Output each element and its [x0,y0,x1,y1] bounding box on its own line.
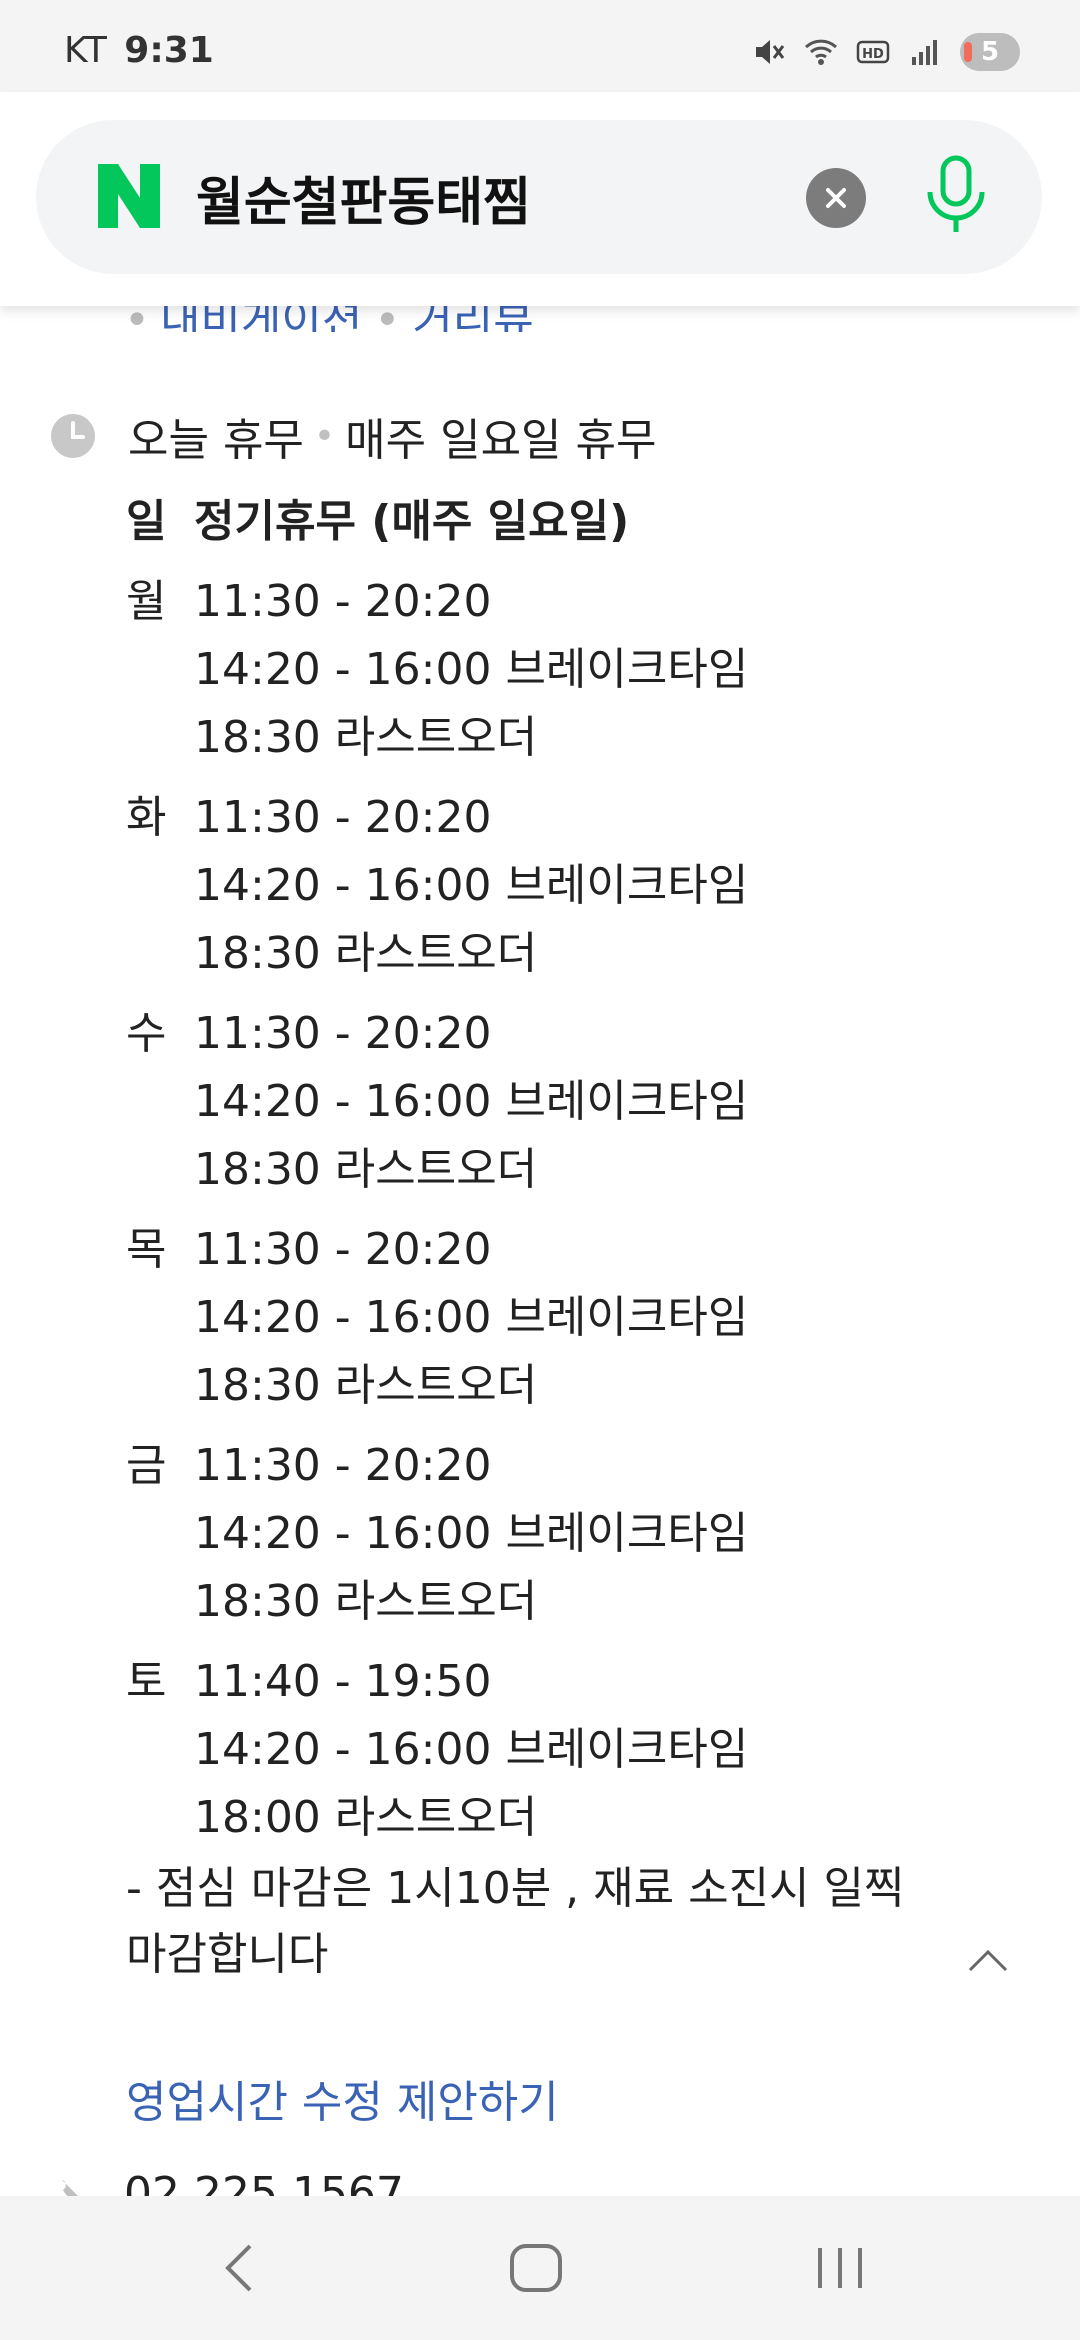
weekly-closed-note: 매주 일요일 휴무 [345,415,657,466]
naver-logo-icon[interactable] [94,162,164,230]
last-order: 18:30 라스트오더 [194,928,538,979]
status-icons: HD 5 [752,28,1020,76]
open-hours: 11:40 - 19:50 [194,1656,492,1707]
day-label: 목 [126,1224,167,1275]
system-nav-bar [0,2196,1080,2340]
open-hours: 11:30 - 20:20 [194,1008,492,1059]
search-bar[interactable]: 월순철판동태찜 [36,120,1042,274]
home-icon[interactable] [506,2238,566,2298]
svg-text:HD: HD [862,47,884,62]
wifi-icon [804,39,838,65]
hours-row-tuesday: 화 11:30 - 20:20 14:20 - 16:00 브레이크타임 18:… [126,784,1026,988]
notification-badge: 5 [960,33,1020,71]
chevron-up-icon[interactable] [966,1946,1010,1976]
break-time: 14:20 - 16:00 브레이크타임 [194,1508,749,1559]
map-links: • 내비게이션 • 거리뷰 [124,306,534,332]
break-time: 14:20 - 16:00 브레이크타임 [194,644,749,695]
carrier-name: KT [64,30,107,71]
business-hours-section: • 내비게이션 • 거리뷰 오늘 휴무 • 매주 일요일 휴무 일 정기휴무 (매주 … [0,306,1080,2196]
break-time: 14:20 - 16:00 브레이크타임 [194,1724,749,1775]
status-bar: KT 9:31 HD 5 [0,0,1080,92]
hours-row-thursday: 목 11:30 - 20:20 14:20 - 16:00 브레이크타임 18:… [126,1216,1026,1420]
clear-button[interactable] [806,168,866,228]
last-order: 18:30 라스트오더 [194,1144,538,1195]
phone-row[interactable]: 02 225 1567 [50,2172,404,2196]
hours-row-saturday: 토 11:40 - 19:50 14:20 - 16:00 브레이크타임 18:… [126,1648,1026,1852]
search-header: 월순철판동태찜 [0,92,1080,306]
last-order: 18:00 라스트오더 [194,1792,538,1843]
suggest-hours-edit-link[interactable]: 영업시간 수정 제안하기 [126,2066,559,2130]
recent-apps-icon[interactable] [810,2238,870,2298]
open-hours: 11:30 - 20:20 [194,792,492,843]
today-closed-label: 오늘 휴무 [128,415,304,466]
day-label: 화 [126,792,167,843]
day-label: 토 [126,1656,167,1707]
open-hours: 11:30 - 20:20 [194,1224,492,1275]
hours-row-sunday: 일 정기휴무 (매주 일요일) [126,488,1026,556]
last-order: 18:30 라스트오더 [194,712,538,763]
break-time: 14:20 - 16:00 브레이크타임 [194,860,749,911]
day-label: 일 [126,496,167,547]
hours-note: - 점심 마감은 1시10분 , 재료 소진시 일찍 마감합니다 [126,1863,905,1980]
back-icon[interactable] [210,2238,270,2298]
hours-row-wednesday: 수 11:30 - 20:20 14:20 - 16:00 브레이크타임 18:… [126,1000,1026,1204]
street-view-link[interactable]: 거리뷰 [412,306,533,332]
break-time: 14:20 - 16:00 브레이크타임 [194,1076,749,1127]
open-hours: 11:30 - 20:20 [194,1440,492,1491]
signal-icon [912,40,937,65]
day-label: 금 [126,1440,167,1491]
carrier-time: KT 9:31 [64,30,214,71]
last-order: 18:30 라스트오더 [194,1576,538,1627]
close-icon [826,188,846,208]
search-input[interactable]: 월순철판동태찜 [196,160,531,235]
closed-text: 정기휴무 (매주 일요일) [194,496,630,547]
navigation-link[interactable]: 내비게이션 [160,306,362,332]
day-label: 월 [126,576,167,627]
last-order: 18:30 라스트오더 [194,1360,538,1411]
clock-time: 9:31 [124,30,214,71]
hours-list: 일 정기휴무 (매주 일요일) 월 11:30 - 20:20 14:20 - … [126,488,1026,1864]
microphone-icon[interactable] [916,150,996,242]
hours-row-friday: 금 11:30 - 20:20 14:20 - 16:00 브레이크타임 18:… [126,1432,1026,1636]
day-label: 수 [126,1008,167,1059]
phone-number: 02 225 1567 [124,2172,404,2196]
open-hours: 11:30 - 20:20 [194,576,492,627]
mute-icon [756,40,785,64]
hours-row-monday: 월 11:30 - 20:20 14:20 - 16:00 브레이크타임 18:… [126,568,1026,772]
today-status[interactable]: 오늘 휴무 • 매주 일요일 휴무 [50,406,656,466]
hd-icon: HD [856,40,890,64]
phone-icon [62,2180,78,2196]
break-time: 14:20 - 16:00 브레이크타임 [194,1292,749,1343]
clock-icon [51,414,95,458]
